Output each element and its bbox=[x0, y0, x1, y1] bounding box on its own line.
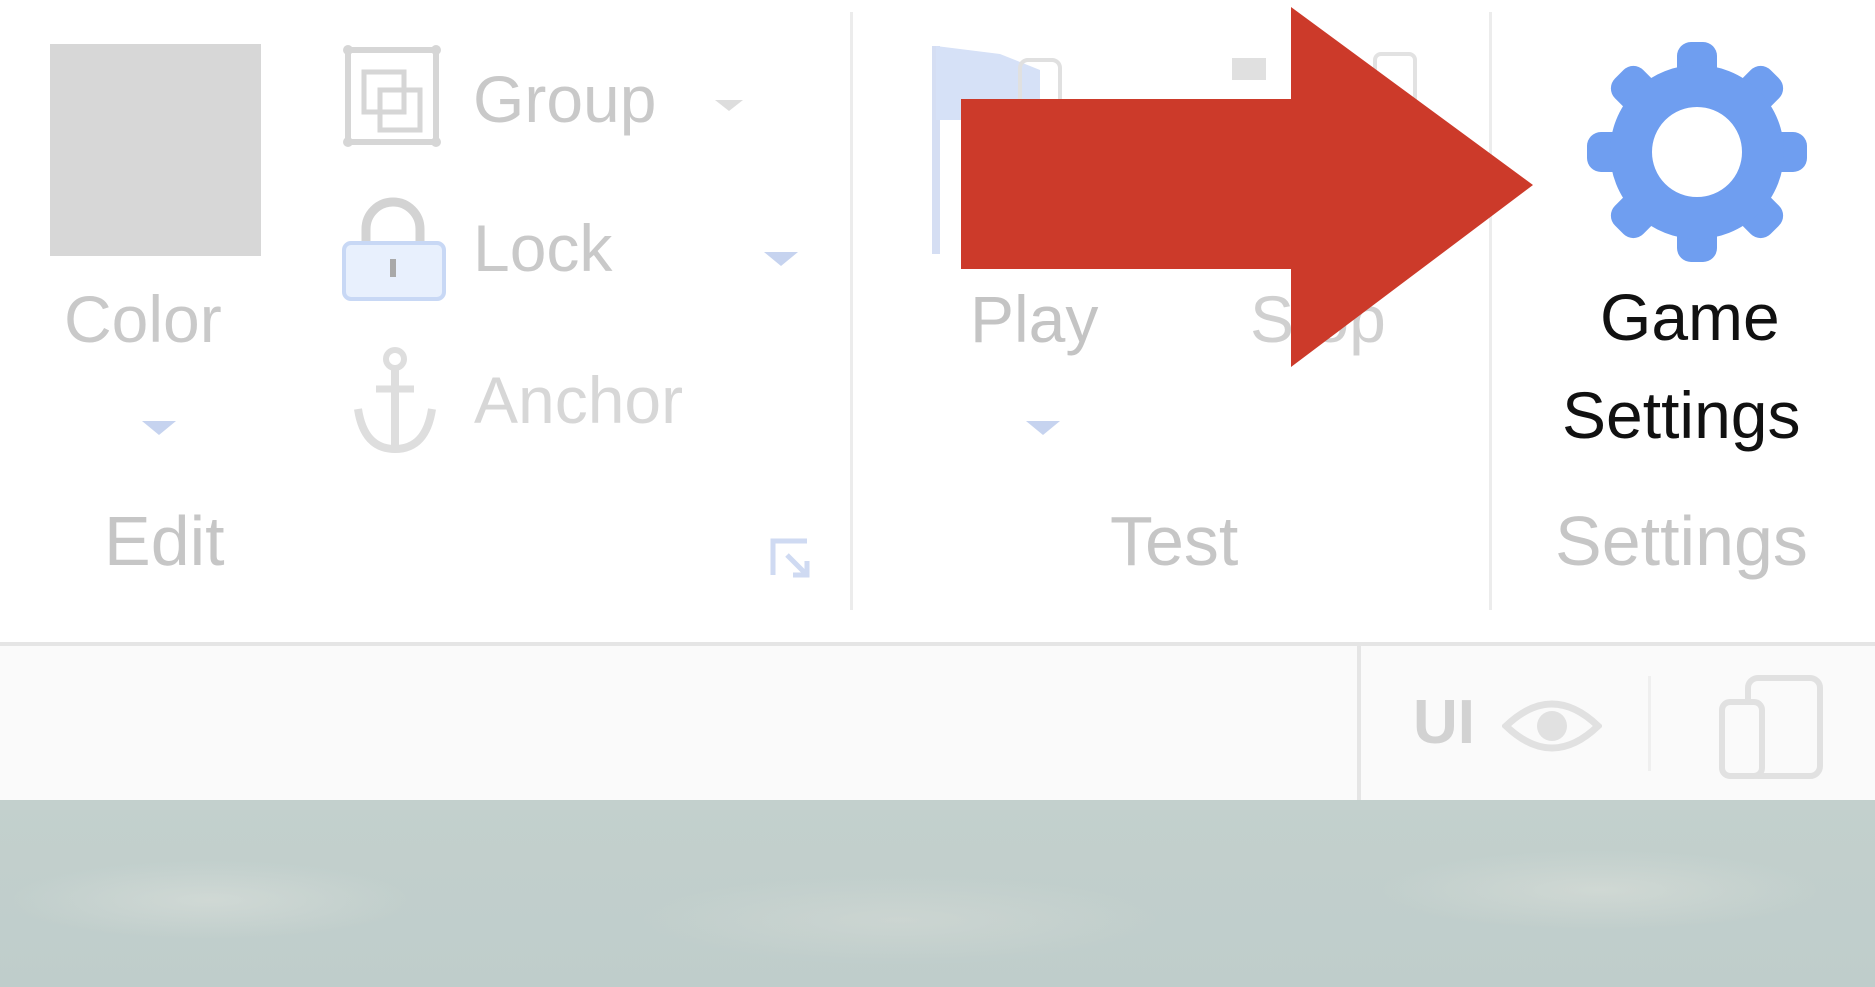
lock-label: Lock bbox=[473, 211, 613, 285]
device-emulator-icon[interactable] bbox=[1718, 672, 1828, 782]
chevron-down-icon bbox=[715, 100, 743, 111]
toolbar-divider bbox=[1357, 646, 1361, 801]
group-label: Group bbox=[473, 62, 657, 136]
ui-visibility-toggle[interactable]: UI bbox=[1408, 690, 1608, 762]
settings-section-title: Settings bbox=[1555, 502, 1808, 580]
game-settings-label-line1: Game bbox=[1600, 280, 1780, 354]
lock-icon bbox=[342, 197, 446, 301]
lock-button[interactable]: Lock bbox=[338, 195, 808, 307]
game-settings-button[interactable]: Game Settings bbox=[1550, 40, 1840, 460]
chevron-down-icon bbox=[764, 252, 798, 266]
game-settings-label-line2: Settings bbox=[1562, 378, 1801, 452]
color-label: Color bbox=[64, 282, 222, 356]
test-section-title: Test bbox=[1110, 502, 1239, 580]
chevron-down-icon bbox=[142, 421, 176, 435]
section-divider bbox=[850, 12, 853, 610]
expand-dialog-icon[interactable] bbox=[767, 535, 817, 581]
anchor-icon bbox=[354, 347, 436, 454]
red-arrow-annotation bbox=[961, 7, 1533, 367]
chevron-down-icon bbox=[1026, 421, 1060, 435]
eye-icon bbox=[1502, 700, 1602, 752]
anchor-label: Anchor bbox=[474, 363, 684, 437]
viewport-toolbar: UI bbox=[0, 642, 1875, 804]
ribbon: Color Group Lock Anchor Edit Play Test G… bbox=[0, 0, 1875, 641]
toolbar-divider bbox=[1648, 676, 1651, 771]
anchor-button[interactable]: Anchor bbox=[350, 345, 770, 457]
game-viewport[interactable] bbox=[0, 800, 1875, 987]
group-button[interactable]: Group bbox=[338, 42, 768, 154]
group-icon bbox=[343, 45, 441, 147]
ui-toggle-label: UI bbox=[1413, 688, 1475, 757]
edit-section-title: Edit bbox=[104, 502, 225, 580]
color-swatch bbox=[50, 44, 261, 256]
gear-icon bbox=[1587, 42, 1807, 262]
color-button[interactable]: Color bbox=[40, 40, 270, 440]
